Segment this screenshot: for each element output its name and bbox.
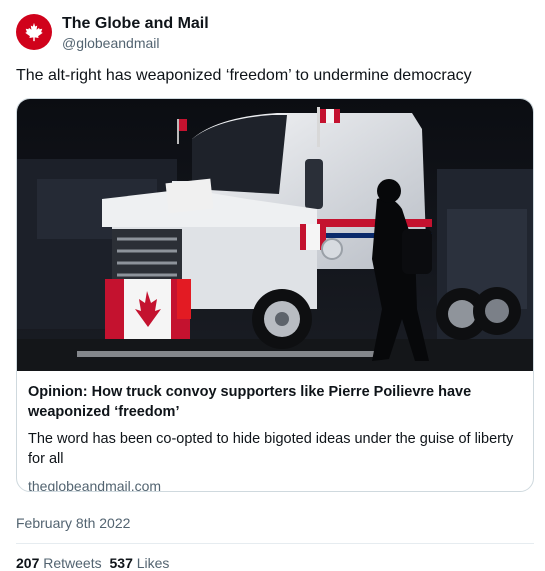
card-image[interactable] [17,99,534,371]
retweets-stat[interactable]: 207 Retweets [16,555,106,571]
card-body[interactable]: Opinion: How truck convoy supporters lik… [28,382,524,491]
tweet-embed: The Globe and Mail @globeandmail The alt… [0,0,545,571]
retweets-count: 207 [16,555,40,571]
maple-leaf-icon [25,22,43,42]
link-card[interactable]: Opinion: How truck convoy supporters lik… [16,98,534,492]
tweet-text: The alt-right has weaponized ‘freedom’ t… [16,67,472,84]
card-title[interactable]: Opinion: How truck convoy supporters lik… [28,382,524,422]
author-name[interactable]: The Globe and Mail [62,15,209,33]
card-description: The word has been co-opted to hide bigot… [28,431,514,467]
divider [16,543,534,544]
tweet-stats: 207 Retweets 537 Likes [16,555,173,571]
likes-label: Likes [136,555,170,571]
likes-stat[interactable]: 537 Likes [110,555,170,571]
retweets-label: Retweets [43,555,102,571]
avatar[interactable] [16,14,52,50]
tweet-date[interactable]: February 8th 2022 [16,515,130,531]
author-handle[interactable]: @globeandmail [62,35,160,51]
likes-count: 537 [109,555,133,571]
card-domain[interactable]: theglobeandmail.com [28,477,524,491]
